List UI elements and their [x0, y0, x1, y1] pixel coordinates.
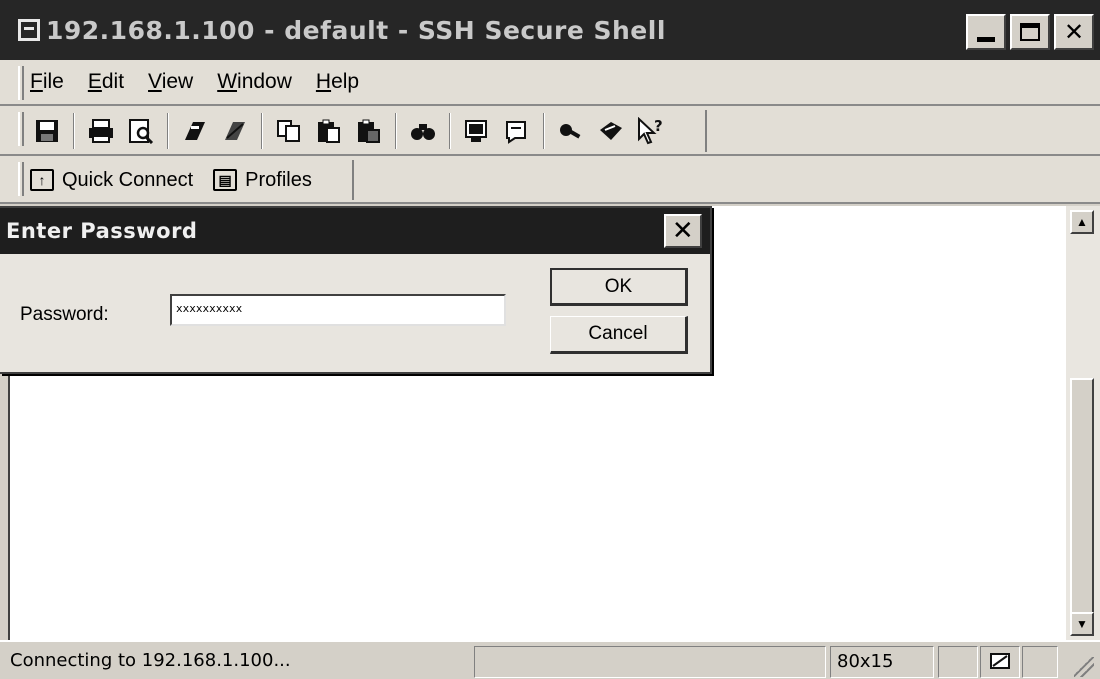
whats-this-icon[interactable]: ? — [632, 112, 670, 150]
password-field[interactable]: xxxxxxxxxx — [170, 294, 506, 326]
close-icon: ✕ — [1063, 18, 1085, 46]
find-icon[interactable] — [404, 112, 442, 150]
quickbar-grip[interactable] — [18, 162, 24, 196]
terminal-size: 80x15 — [837, 651, 894, 672]
status-blank-pane-2 — [1022, 646, 1058, 678]
scroll-down-icon: ▼ — [1076, 617, 1088, 631]
paste-alt-icon[interactable] — [350, 112, 388, 150]
menu-file[interactable]: File — [30, 70, 64, 94]
save-icon[interactable] — [28, 112, 66, 150]
toolbar-end-divider — [705, 110, 707, 152]
settings-icon[interactable] — [176, 112, 214, 150]
paste-icon[interactable] — [310, 112, 348, 150]
minimize-button[interactable] — [966, 14, 1006, 50]
svg-text:?: ? — [654, 117, 663, 135]
status-bar: Connecting to 192.168.1.100... 80x15 — [0, 640, 1100, 679]
window-title: 192.168.1.100 - default - SSH Secure She… — [46, 15, 666, 45]
vertical-scrollbar[interactable]: ▲ ▼ — [1066, 206, 1100, 640]
toolbar: ? — [0, 106, 1100, 156]
copy-icon[interactable] — [270, 112, 308, 150]
minimize-icon — [977, 36, 995, 42]
menu-help[interactable]: Help — [316, 70, 359, 94]
status-message: Connecting to 192.168.1.100... — [10, 650, 291, 671]
title-bar[interactable]: 192.168.1.100 - default - SSH Secure She… — [0, 0, 1100, 60]
toolbar-separator — [261, 113, 263, 149]
key-icon[interactable] — [552, 112, 590, 150]
profiles-label: Profiles — [245, 168, 312, 191]
window-controls: ✕ — [966, 14, 1094, 50]
toolbar-separator — [395, 113, 397, 149]
resize-grip[interactable] — [1074, 657, 1094, 677]
toolbar-separator — [73, 113, 75, 149]
dialog-close-button[interactable]: ✕ — [664, 214, 702, 248]
status-message-pane: Connecting to 192.168.1.100... — [4, 646, 472, 678]
menubar-grip[interactable] — [18, 66, 24, 100]
ssh-window: 192.168.1.100 - default - SSH Secure She… — [0, 0, 1100, 679]
menu-view[interactable]: View — [148, 70, 193, 94]
print-icon[interactable] — [82, 112, 120, 150]
toolbar-grip[interactable] — [18, 112, 24, 146]
scroll-up-icon: ▲ — [1076, 215, 1088, 229]
status-blank-pane — [938, 646, 978, 678]
toolbar-separator — [449, 113, 451, 149]
profiles-button[interactable]: ▤ Profiles — [213, 169, 312, 192]
help-topics-icon[interactable] — [592, 112, 630, 150]
close-icon: ✕ — [671, 216, 695, 246]
dialog-title-bar[interactable]: Enter Password ✕ — [0, 208, 710, 254]
toolbar-buttons: ? — [28, 110, 670, 152]
ok-button[interactable]: OK — [550, 268, 688, 306]
connection-status-icon — [989, 653, 1011, 676]
new-file-transfer-icon[interactable] — [498, 112, 536, 150]
quickbar-end-divider — [352, 160, 354, 200]
scroll-up-button[interactable]: ▲ — [1070, 210, 1094, 234]
toolbar-separator — [167, 113, 169, 149]
menu-bar: File Edit View Window Help — [0, 60, 1100, 106]
menu-window[interactable]: Window — [217, 70, 292, 94]
quick-connect-icon: ↑ — [30, 169, 54, 191]
new-terminal-icon[interactable] — [458, 112, 496, 150]
status-size-pane: 80x15 — [830, 646, 934, 678]
quick-connect-bar: ↑ Quick Connect ▤ Profiles — [0, 156, 1100, 204]
maximize-button[interactable] — [1010, 14, 1050, 50]
quick-connect-label: Quick Connect — [62, 168, 194, 191]
cancel-button[interactable]: Cancel — [550, 316, 688, 354]
print-preview-icon[interactable] — [122, 112, 160, 150]
maximize-icon — [1020, 23, 1040, 41]
dialog-title: Enter Password — [6, 219, 198, 243]
enter-password-dialog: Enter Password ✕ Password: xxxxxxxxxx OK… — [0, 206, 712, 374]
status-encryption-pane — [980, 646, 1020, 678]
settings-alt-icon[interactable] — [216, 112, 254, 150]
scroll-down-button[interactable]: ▼ — [1070, 612, 1094, 636]
scroll-thumb[interactable] — [1070, 378, 1094, 618]
profiles-icon: ▤ — [213, 169, 238, 191]
status-progress-pane — [474, 646, 826, 678]
menu-edit[interactable]: Edit — [88, 70, 124, 94]
terminal-icon — [18, 19, 40, 41]
close-button[interactable]: ✕ — [1054, 14, 1094, 50]
quickbar-buttons: ↑ Quick Connect ▤ Profiles — [30, 160, 312, 200]
quick-connect-button[interactable]: ↑ Quick Connect — [30, 169, 193, 192]
password-label: Password: — [20, 304, 109, 325]
toolbar-separator — [543, 113, 545, 149]
